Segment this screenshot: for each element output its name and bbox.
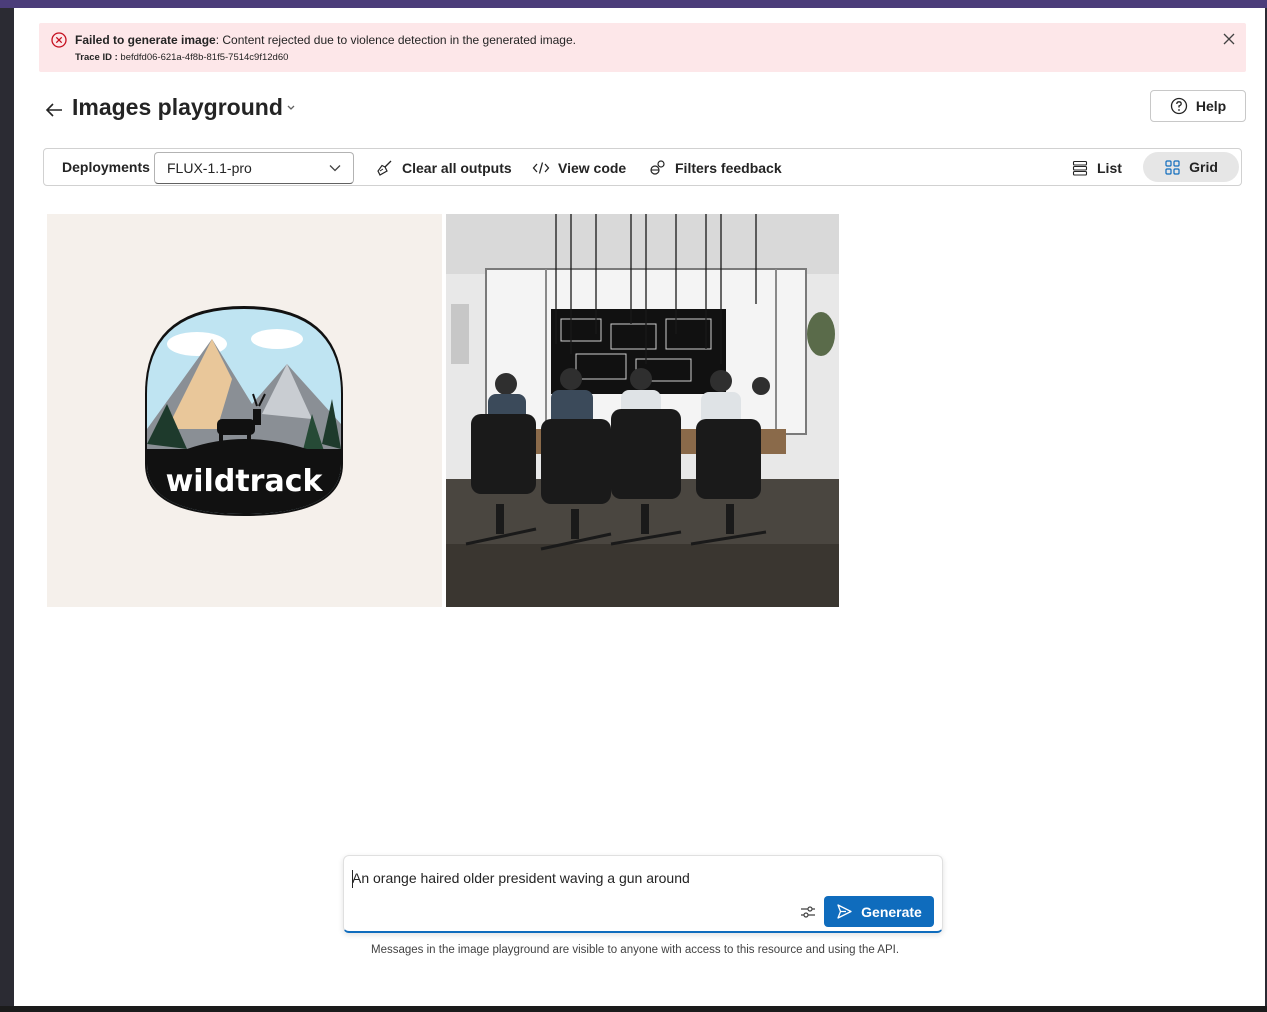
send-icon	[837, 904, 852, 919]
chevron-down-icon	[329, 165, 341, 172]
generated-image-meeting-room[interactable]	[446, 214, 839, 607]
view-code-button[interactable]: View code	[532, 155, 626, 181]
list-label: List	[1097, 160, 1122, 176]
trace-label: Trace ID :	[75, 52, 118, 63]
logo-text: wildtrack	[166, 464, 324, 499]
clear-all-outputs-label: Clear all outputs	[402, 160, 512, 176]
deployment-value: FLUX-1.1-pro	[167, 160, 252, 176]
help-button[interactable]: Help	[1150, 90, 1246, 122]
chevron-down-icon[interactable]	[286, 104, 296, 112]
grid-label: Grid	[1189, 159, 1218, 175]
generate-label: Generate	[861, 903, 922, 920]
wildtrack-logo-image: wildtrack	[145, 306, 343, 516]
title-bar	[0, 0, 1267, 8]
back-arrow-icon[interactable]	[44, 100, 64, 120]
list-view-button[interactable]: List	[1071, 155, 1122, 181]
error-banner: Failed to generate image: Content reject…	[39, 23, 1246, 72]
trace-line: Trace ID : befdfd06-621a-4f8b-81f5-7514c…	[75, 52, 288, 63]
page-title: Images playground	[72, 94, 283, 120]
settings-sliders-icon[interactable]	[799, 903, 817, 921]
visibility-disclaimer: Messages in the image playground are vis…	[371, 944, 900, 956]
filters-feedback-label: Filters feedback	[675, 160, 782, 176]
view-code-label: View code	[558, 160, 627, 176]
text-caret	[352, 870, 353, 888]
app-window: Failed to generate image: Content reject…	[14, 8, 1265, 1006]
clear-all-outputs-button[interactable]: Clear all outputs	[376, 155, 512, 181]
code-icon	[532, 162, 550, 174]
prompt-box: Generate	[343, 855, 943, 933]
error-circle-icon	[51, 32, 67, 48]
close-icon[interactable]	[1222, 32, 1236, 46]
generated-image-logo[interactable]: wildtrack	[47, 214, 442, 607]
list-icon	[1072, 160, 1088, 176]
bottom-edge	[0, 1006, 1267, 1012]
grid-view-button[interactable]: Grid	[1143, 152, 1239, 182]
filters-feedback-button[interactable]: Filters feedback	[649, 155, 782, 181]
toolbar: Deployments FLUX-1.1-pro Clear all outpu…	[43, 148, 1242, 186]
trace-id: befdfd06-621a-4f8b-81f5-7514c9f12d60	[120, 52, 289, 63]
error-message: Failed to generate image: Content reject…	[75, 33, 576, 47]
broom-icon	[377, 160, 392, 176]
deployment-select[interactable]: FLUX-1.1-pro	[154, 152, 354, 184]
error-title: Failed to generate image	[75, 33, 216, 47]
help-label: Help	[1195, 98, 1227, 114]
grid-icon	[1165, 159, 1180, 175]
filters-feedback-icon	[650, 160, 665, 175]
generate-button[interactable]: Generate	[824, 896, 934, 927]
question-circle-icon	[1170, 97, 1187, 115]
window-frame: Failed to generate image: Content reject…	[0, 0, 1267, 1012]
prompt-input[interactable]	[352, 870, 792, 886]
error-detail: : Content rejected due to violence detec…	[215, 33, 576, 47]
deployments-label: Deployments	[62, 159, 150, 175]
meeting-room-image	[446, 214, 839, 607]
